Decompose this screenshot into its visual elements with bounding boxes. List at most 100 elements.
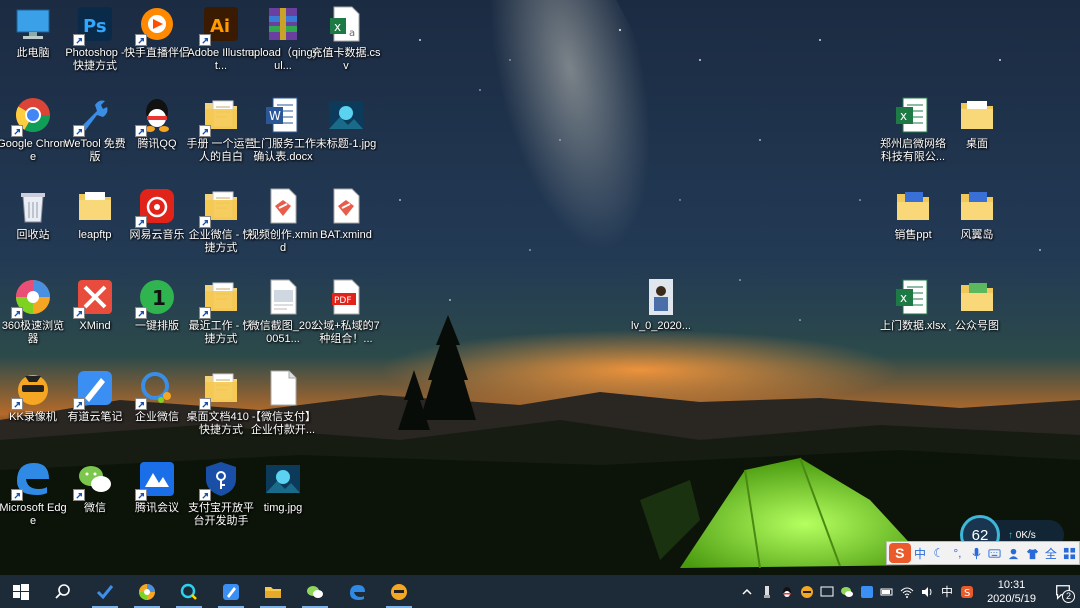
youdao-note-icon	[223, 583, 239, 600]
desktop-icon-tencent-meeting[interactable]: 腾讯会议	[124, 455, 190, 543]
tray-input-language[interactable]: 中	[937, 583, 957, 600]
desktop-icon-official-account[interactable]: 公众号图	[944, 273, 1010, 361]
speed-rate-text: ↑ 0K/s	[1008, 530, 1036, 541]
taskbar-youdao-note[interactable]	[210, 575, 252, 608]
tray-network-icon[interactable]	[897, 575, 917, 608]
sogou-ime-toolbar[interactable]: S 中 ☾ °, 全	[886, 541, 1080, 565]
desktop-icon-leapftp[interactable]: leapftp	[62, 182, 128, 270]
fullwidth-icon[interactable]: 全	[1042, 543, 1061, 563]
tray-kk-icon[interactable]	[797, 575, 817, 608]
punctuation-icon[interactable]: °,	[948, 543, 967, 563]
desktop-icon-netease-music[interactable]: 网易云音乐	[124, 182, 190, 270]
desktop-icon-recycle-bin[interactable]: 回收站	[0, 182, 66, 270]
taskbar-clock[interactable]: 10:31 2020/5/19	[977, 578, 1046, 606]
desktop-icon-fengyi-island[interactable]: 风翼岛	[944, 182, 1010, 270]
shortcut-arrow-icon	[135, 398, 147, 410]
desktop-icon-kuaishou[interactable]: 快手直播伴侣	[124, 0, 190, 88]
desktop-icon-visit-xlsx[interactable]: x 上门数据.xlsx	[880, 273, 946, 361]
windows-start-icon	[13, 583, 29, 600]
desktop-icon-wecom[interactable]: 企业微信	[124, 364, 190, 452]
desktop-icon-zhengzhou-xlsx[interactable]: x 郑州启微网络科技有限公...	[880, 91, 946, 179]
desktop-icon-wechat[interactable]: 微信	[62, 455, 128, 543]
desktop-icon-bat-xmind[interactable]: BAT.xmind	[313, 182, 379, 270]
desktop-icon-wechat-pay[interactable]: 【微信支付】企业付款开...	[250, 364, 316, 452]
desktop-icon-browser-360[interactable]: 360极速浏览器	[0, 273, 66, 361]
taskbar-search-app[interactable]	[168, 575, 210, 608]
tray-wechat-icon[interactable]	[837, 575, 857, 608]
desktop-icon-qq[interactable]: 腾讯QQ	[124, 91, 190, 179]
desktop-icon-manual-folder[interactable]: 手册 一个运营人的自白	[186, 91, 256, 179]
ime-lang-toggle[interactable]: 中	[911, 543, 930, 563]
desktop-icon-untitled-jpg[interactable]: 未标题-1.jpg	[313, 91, 379, 179]
desktop-icon-label: upload（qingyul...	[247, 47, 319, 72]
desktop-icon-timg-jpg[interactable]: timg.jpg	[250, 455, 316, 543]
tray-battery-icon[interactable]	[877, 575, 897, 608]
desktop-icon-desktop-folder[interactable]: 桌面	[944, 91, 1010, 179]
shortcut-arrow-icon	[135, 125, 147, 137]
microphone-icon[interactable]	[967, 543, 986, 563]
search-button[interactable]	[42, 575, 84, 608]
desktop-icon-recent-work[interactable]: 最近工作 - 快捷方式	[188, 273, 254, 361]
sogou-logo-icon[interactable]: S	[889, 543, 911, 563]
desktop-icon-wecom-shortcut[interactable]: 企业微信 - 快捷方式	[188, 182, 254, 270]
tray-screen-icon[interactable]	[817, 575, 837, 608]
desktop-icon-youdao-note[interactable]: 有道云笔记	[62, 364, 128, 452]
desktop-icon-service-docx[interactable]: W 上门服务工作确认表.docx	[250, 91, 316, 179]
shortcut-arrow-icon	[11, 125, 23, 137]
desktop-icon-yijian-paiban[interactable]: 1 一键排版	[124, 273, 190, 361]
desktop-icon-this-pc[interactable]: 此电脑	[0, 0, 66, 88]
desktop-icon-label: 郑州启微网络科技有限公...	[880, 138, 946, 163]
taskbar-360-browser[interactable]	[126, 575, 168, 608]
youdao-note-icon	[73, 368, 115, 410]
tray-qq-icon[interactable]	[777, 575, 797, 608]
taskbar-kk-recorder[interactable]	[378, 575, 420, 608]
action-center-button[interactable]: 2	[1046, 575, 1080, 608]
svg-text:x: x	[900, 291, 907, 305]
desktop-icon-chrome[interactable]: Google Chrome	[0, 91, 69, 179]
desktop-icon-desktop-docs[interactable]: 桌面文档410 - 快捷方式	[186, 364, 256, 452]
desktop-icon-edge[interactable]: Microsoft Edge	[0, 455, 67, 543]
user-icon[interactable]	[1004, 543, 1023, 563]
desktop-icon-xmind[interactable]: XMind	[62, 273, 128, 361]
tray-sogou-icon[interactable]: S	[957, 575, 977, 608]
edge-icon	[11, 459, 53, 501]
taskbar-edge[interactable]	[336, 575, 378, 608]
shortcut-arrow-icon	[11, 489, 23, 501]
taskbar-file-explorer[interactable]	[252, 575, 294, 608]
desktop-icon-photoshop[interactable]: Ps Photoshop - 快捷方式	[62, 0, 128, 88]
desktop-icon-lv-video[interactable]: lv_0_2020...	[628, 273, 694, 361]
start-button[interactable]	[0, 575, 42, 608]
netease-music-icon	[135, 186, 177, 228]
desktop-icon-kk-recorder[interactable]: KK录像机	[0, 364, 66, 452]
desktop-icon-gongyu-pdf[interactable]: PDF 公域+私域的7种组合！...	[312, 273, 380, 361]
tray-volume-icon[interactable]	[917, 575, 937, 608]
tray-note-icon[interactable]	[857, 575, 877, 608]
moon-icon[interactable]: ☾	[929, 543, 948, 563]
tray-usb-icon[interactable]	[757, 575, 777, 608]
folder-icon	[957, 95, 997, 135]
desktop-icon-label: 腾讯会议	[135, 502, 179, 514]
folder-shortcut-icon	[199, 368, 241, 410]
desktop-icon-sales-ppt[interactable]: 销售ppt	[880, 182, 946, 270]
desktop-icon-illustrator[interactable]: Ai Adobe Illustrat...	[187, 0, 255, 88]
shortcut-arrow-icon	[73, 125, 85, 137]
desktop-icon-video-xmind[interactable]: 视频创作.xmind	[248, 182, 318, 270]
desktop-icon-wetool[interactable]: WeTool 免费版	[62, 91, 128, 179]
desktop-icon-wechat-screenshot[interactable]: 微信截图_2020051...	[249, 273, 317, 361]
toolbox-grid-icon[interactable]	[1060, 543, 1079, 563]
desktop-icon-upload-archive[interactable]: upload（qingyul...	[247, 0, 319, 88]
desktop-icon-alipay-helper[interactable]: 支付宝开放平台开发助手	[188, 455, 254, 543]
keyboard-icon[interactable]	[985, 543, 1004, 563]
desktop-icon-recharge-csv[interactable]: x a 充值卡数据.csv	[311, 0, 381, 88]
svg-text:a: a	[349, 28, 355, 39]
excel-icon: x	[893, 95, 933, 135]
image-icon	[326, 95, 366, 135]
desktop-icon-label: 风翼岛	[960, 229, 994, 241]
shortcut-arrow-icon	[199, 489, 211, 501]
svg-text:x: x	[334, 20, 341, 34]
file-explorer-icon	[265, 586, 281, 598]
show-hidden-icons-button[interactable]	[737, 575, 757, 608]
taskbar-wechat[interactable]	[294, 575, 336, 608]
taskbar-tasks-app[interactable]	[84, 575, 126, 608]
shirt-skin-icon[interactable]	[1023, 543, 1042, 563]
